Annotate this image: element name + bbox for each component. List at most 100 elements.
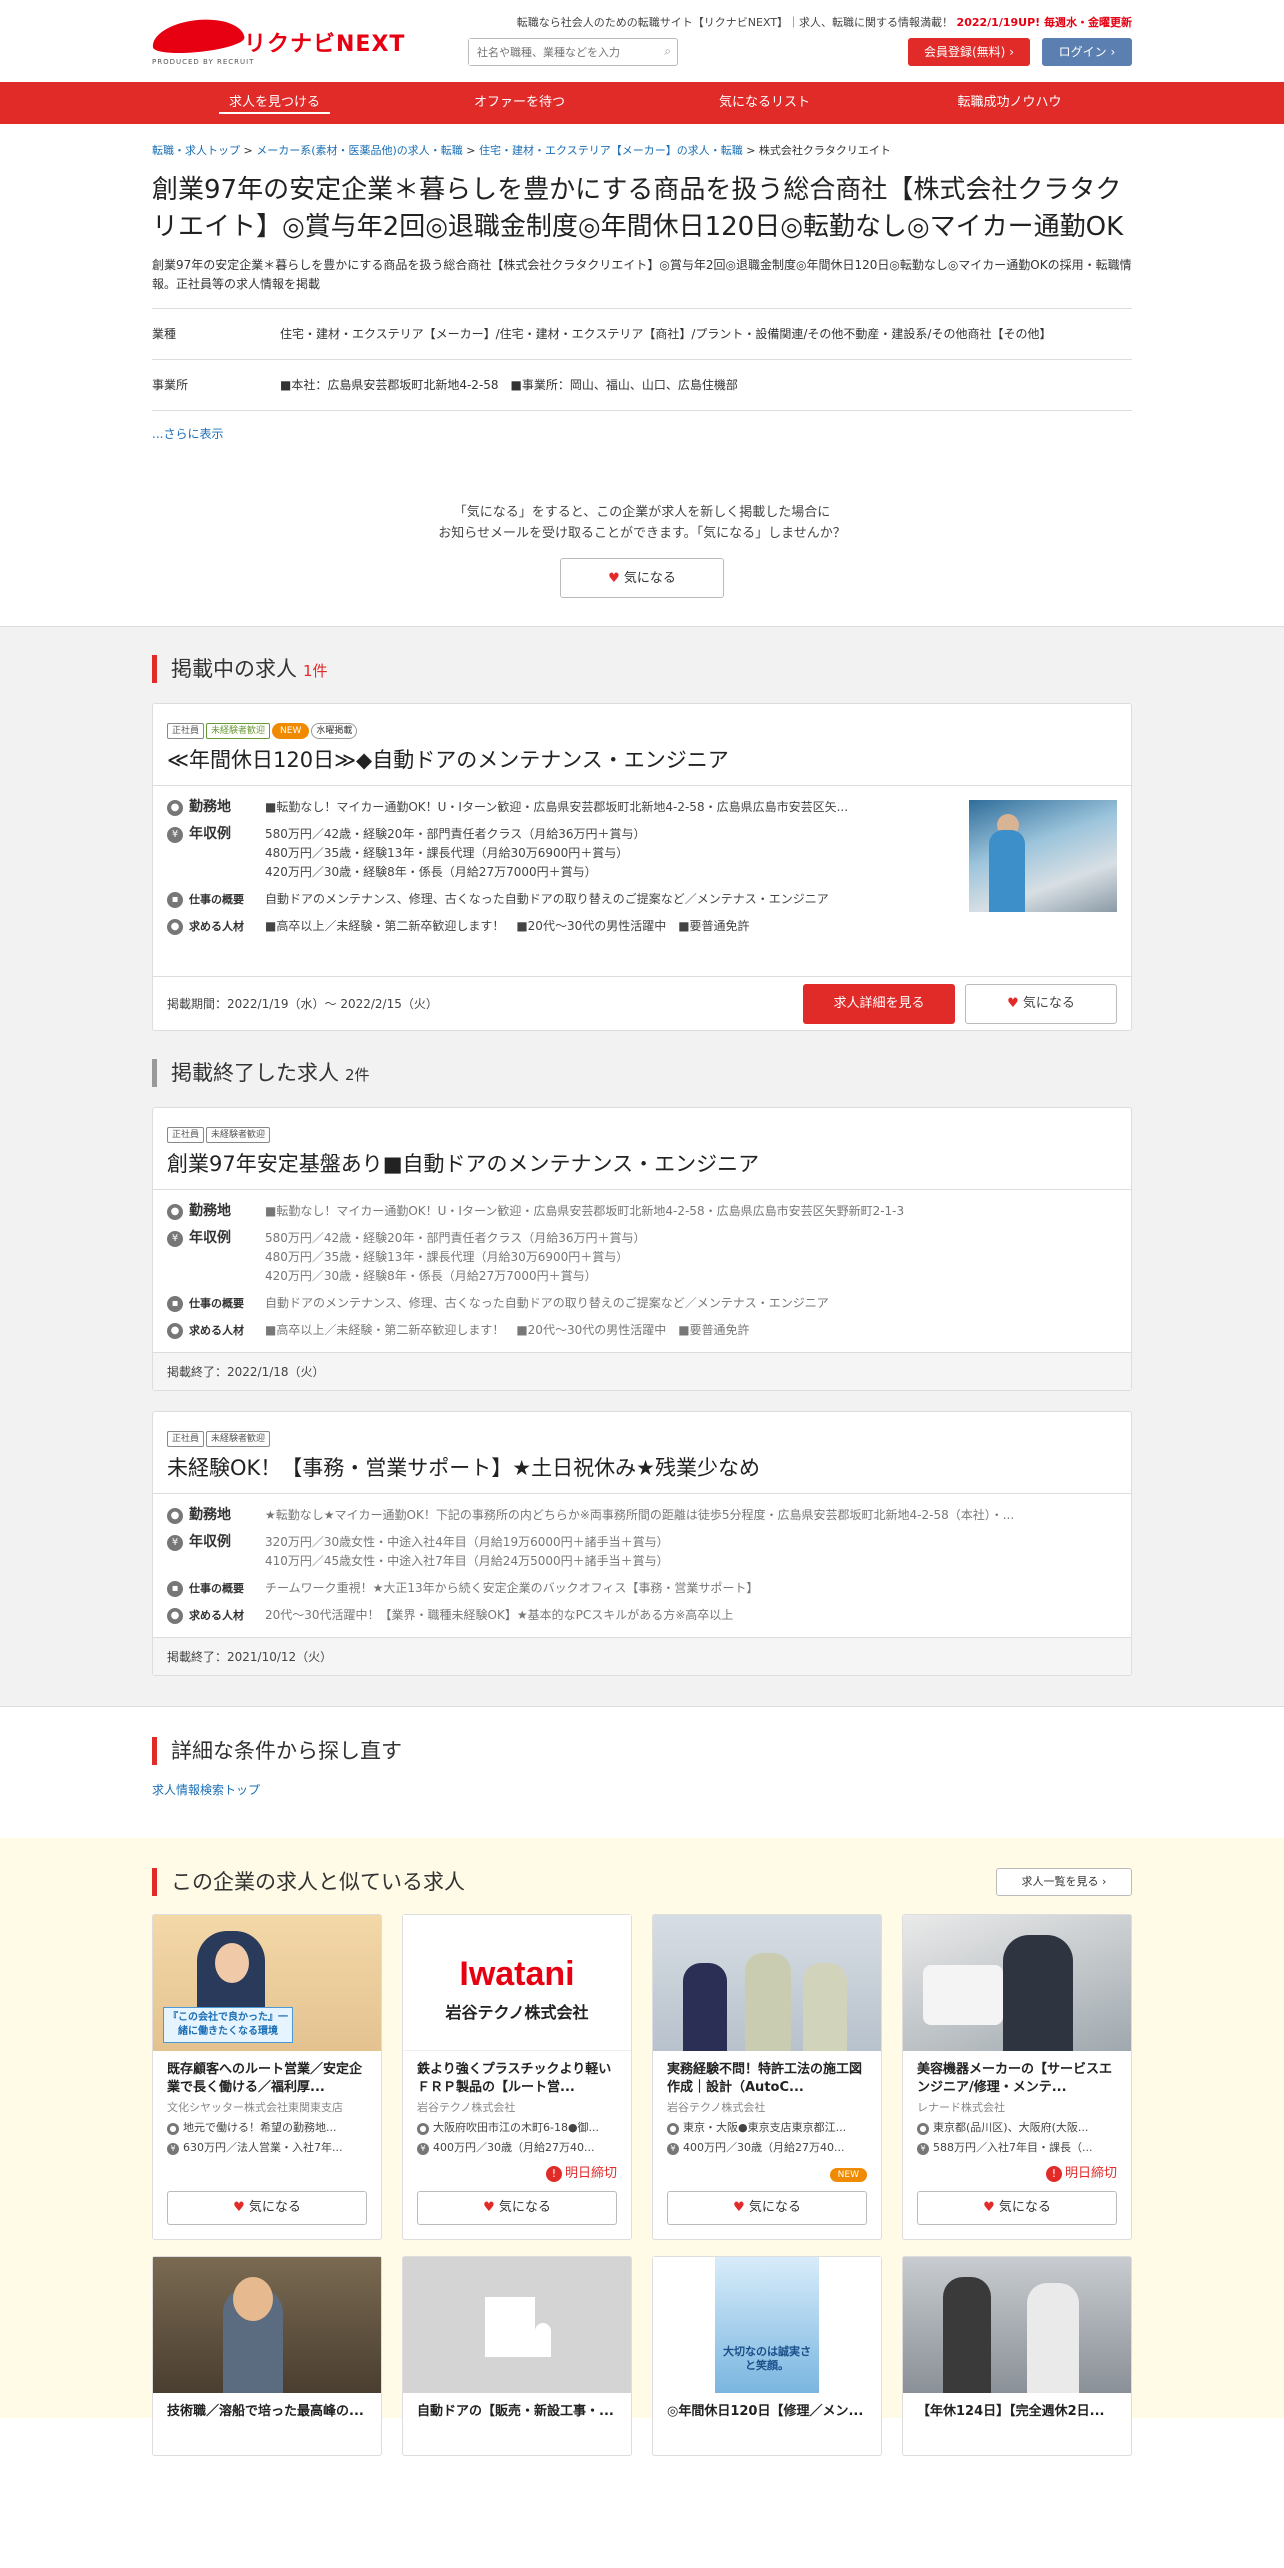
similar-job-title: 自動ドアの【販売・新設工事・...: [417, 2404, 614, 2419]
company-logo-text: Iwatani: [459, 1955, 575, 1993]
page-title: 創業97年の安定企業＊暮らしを豊かにする商品を扱う総合商社【株式会社クラタクリエ…: [152, 175, 1124, 242]
similar-job-card[interactable]: 【年休124日】【完全週休2日...: [902, 2256, 1132, 2456]
nav-label: 気になるリスト: [718, 95, 810, 110]
job-title: 未経験OK！【事務・営業サポート】★土日祝休み★残業少なめ: [167, 1456, 760, 1480]
deadline-badge: ! 明日締切: [545, 2162, 617, 2182]
nav-knowhow[interactable]: 転職成功ノウハウ: [887, 82, 1132, 124]
similar-job-card[interactable]: 美容機器メーカーの【サービスエンジニア/修理・メンテ... レナード株式会社 ●…: [902, 1914, 1132, 2240]
breadcrumb-link[interactable]: 住宅・建材・エクステリア【メーカー】の求人・転職: [479, 144, 743, 157]
person-icon: ●: [167, 1608, 183, 1624]
job-kinaru-button[interactable]: ♥ 気になる: [965, 983, 1117, 1024]
posting-period: 掲載期間：2022/1/19（水）～ 2022/2/15（火）: [167, 997, 438, 1011]
follow-company-button[interactable]: ♥ 気になる: [560, 558, 724, 598]
nav-watchlist[interactable]: 気になるリスト: [642, 82, 887, 124]
photo-person: [683, 1963, 727, 2051]
login-label: ログイン: [1058, 45, 1107, 59]
company-name: レナード株式会社: [917, 2101, 1005, 2114]
kinaru-button[interactable]: ♥ 気になる: [167, 2191, 367, 2225]
jobs-section: 掲載中の求人 1件 正社員 未経験者歓迎 NEW 水曜掲載 ≪年間休日120日≫◆自動ド…: [0, 626, 1284, 1707]
new-badge: NEW: [829, 2168, 867, 2182]
tagline-text: 転職なら社会人のための転職サイト【リクナビNEXT】｜求人、転職に関する情報満載…: [516, 16, 954, 29]
job-search-top-link[interactable]: 求人情報検索トップ: [152, 1783, 260, 1797]
show-more-link[interactable]: ...さらに表示: [152, 427, 223, 441]
kinaru-label: 気になる: [998, 2200, 1051, 2215]
login-button[interactable]: ログイン ›: [1042, 38, 1132, 66]
requirement-label: 求める人材: [189, 920, 244, 933]
salary-line: 410万円／45歳女性・中途入社7年目（月給24万5000円＋諸手当＋賞与）: [265, 1554, 669, 1568]
search-icon[interactable]: ⌕: [664, 44, 671, 59]
yen-icon: ¥: [417, 2143, 429, 2155]
logo-text: リクナビNEXT: [244, 32, 406, 57]
info-key: 事業所: [152, 378, 189, 392]
salary-row: ¥400万円／30歳（月給27万40...: [403, 2137, 631, 2157]
nav-offers[interactable]: オファーを待つ: [397, 82, 642, 124]
tag-fulltime: 正社員: [167, 723, 205, 739]
similar-job-card[interactable]: 大切なのは誠実さと笑顔。 ◎年間休日120日【修理／メン...: [652, 2256, 882, 2456]
location-value: ★転勤なし★マイカー通勤OK！下記の事務所の内どちらか※両事務所間の距離は徒歩5…: [265, 1508, 1015, 1522]
similar-job-title: ◎年間休日120日【修理／メン...: [667, 2404, 864, 2419]
similar-jobs-section: この企業の求人と似ている求人 求人一覧を見る › 『この会社で良かった』一緒に働…: [0, 1838, 1284, 2456]
yen-icon: ¥: [917, 2143, 929, 2155]
salary-row: ¥400万円／30歳（月給27万40...: [653, 2137, 881, 2157]
heading-text: 掲載終了した求人: [171, 1061, 339, 1085]
info-value: 住宅・建材・エクステリア【メーカー】/住宅・建材・エクステリア【商社】/プラント…: [280, 327, 1052, 341]
detail-search-section: 詳細な条件から探し直す 求人情報検索トップ: [152, 1707, 1132, 1838]
register-button[interactable]: 会員登録(無料) ›: [908, 38, 1030, 66]
job-image: 『この会社で良かった』一緒に働きたくなる環境: [153, 1915, 381, 2051]
similar-job-title: 鉄より強くプラスチックより軽いＦＲＰ製品の【ルート営...: [417, 2062, 612, 2095]
info-row: 事業所 ■本社：広島県安芸郡坂町北新地4-2-58 ■事業所：岡山、福山、山口、…: [152, 360, 1132, 411]
register-label: 会員登録(無料): [924, 45, 1006, 59]
nav-label: 求人を見つける: [218, 93, 330, 114]
update-notice: 2022/1/19UP! 毎週水・金曜更新: [956, 16, 1132, 29]
heart-icon: ♥: [983, 2200, 995, 2215]
tag-fulltime: 正社員: [167, 1127, 205, 1143]
heart-icon: ♥: [608, 571, 620, 586]
breadcrumb-link[interactable]: 転職・求人トップ: [152, 144, 240, 157]
similar-job-card[interactable]: 自動ドアの【販売・新設工事・...: [402, 2256, 632, 2456]
site-header: リクナビNEXT PRODUCED BY RECRUIT 転職なら社会人のための…: [150, 0, 1132, 82]
similar-job-card[interactable]: 『この会社で良かった』一緒に働きたくなる環境 既存顧客へのルート営業／安定企業で…: [152, 1914, 382, 2240]
kinaru-label: 気になる: [248, 2200, 301, 2215]
work-value: 自動ドアのメンテナンス、修理、古くなった自動ドアの取り替えのご提案など／メンテナ…: [265, 1296, 829, 1310]
salary-text: 400万円／30歳（月給27万40...: [433, 2141, 595, 2154]
similar-job-card[interactable]: 技術職／溶船で培った最高峰の...: [152, 2256, 382, 2456]
building-icon: [485, 2297, 535, 2357]
location-pin-icon: ●: [167, 1204, 183, 1220]
breadcrumb-link[interactable]: メーカー系(素材・医薬品他)の求人・転職: [256, 144, 463, 157]
ended-date: 掲載終了：2022/1/18（火）: [167, 1365, 325, 1379]
company-logo-sub: 岩谷テクノ株式会社: [445, 2003, 589, 2022]
person-icon: ●: [167, 919, 183, 935]
salary-text: 588万円／入社7年目・課長（...: [933, 2141, 1093, 2154]
salary-line: 420万円／30歳・経験8年・係長（月給27万7000円＋賞与）: [265, 865, 597, 879]
similar-job-card[interactable]: 実務経験不問！特許工法の施工図作成｜設計（AutoC... 岩谷テクノ株式会社 …: [652, 1914, 882, 2240]
alert-icon: !: [545, 2166, 562, 2182]
photo-person: [803, 1963, 847, 2051]
active-jobs-heading: 掲載中の求人 1件: [152, 655, 1132, 683]
tag-inexperienced: 未経験者歓迎: [206, 1127, 271, 1143]
nav-find-jobs[interactable]: 求人を見つける: [152, 82, 397, 124]
similar-job-card[interactable]: Iwatani 岩谷テクノ株式会社 鉄より強くプラスチックより軽いＦＲＰ製品の【…: [402, 1914, 632, 2240]
similar-job-title: 実務経験不問！特許工法の施工図作成｜設計（AutoC...: [667, 2062, 863, 2095]
salary-line: 320万円／30歳女性・中途入社4年目（月給19万6000円＋諸手当＋賞与）: [265, 1535, 669, 1549]
work-label: 仕事の概要: [189, 1582, 244, 1595]
kinaru-button[interactable]: ♥ 気になる: [917, 2191, 1117, 2225]
job-title-link[interactable]: ≪年間休日120日≫◆自動ドアのメンテナンス・エンジニア: [167, 748, 729, 772]
job-list-button[interactable]: 求人一覧を見る ›: [996, 1868, 1132, 1896]
job-detail-button[interactable]: 求人詳細を見る: [803, 983, 955, 1024]
location-pin-icon: ●: [167, 800, 183, 816]
site-logo[interactable]: リクナビNEXT PRODUCED BY RECRUIT: [150, 15, 404, 66]
salary-line: 480万円／35歳・経験13年・課長代理（月給30万6900円＋賞与）: [265, 1250, 629, 1264]
heart-icon: ♥: [1007, 995, 1019, 1011]
job-image: 大切なのは誠実さと笑顔。: [653, 2257, 881, 2393]
search-input[interactable]: [469, 39, 649, 65]
job-photo[interactable]: [969, 800, 1117, 912]
kinaru-button[interactable]: ♥ 気になる: [417, 2191, 617, 2225]
image-caption: 『この会社で良かった』一緒に働きたくなる環境: [163, 2007, 293, 2043]
job-image: [903, 1915, 1131, 2051]
follow-button-label: 気になる: [623, 571, 676, 586]
tree-icon: [535, 2323, 551, 2357]
heart-icon: ♥: [483, 2200, 495, 2215]
photo-face: [233, 2277, 273, 2321]
yen-icon: ¥: [667, 2143, 679, 2155]
kinaru-button[interactable]: ♥ 気になる: [667, 2191, 867, 2225]
